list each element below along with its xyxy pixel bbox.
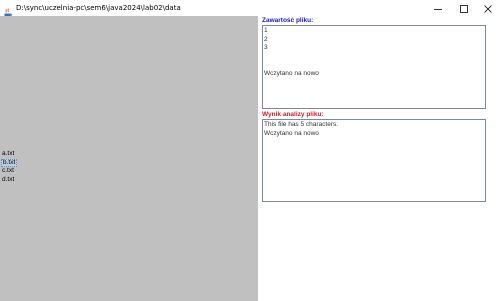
close-button[interactable] [476,0,500,16]
content-line: 2 [264,35,268,43]
content-line: 3 [264,44,268,51]
content-line: 1 [264,27,268,34]
analysis-label: Wynik analizy pliku: [262,111,324,118]
content-line: Wczytano na nowo [264,69,319,77]
window-title: D:\sync\uczelnia-pc\sem6\java2024\lab02\… [16,4,181,12]
analysis-line: This file has 5 characters. [264,121,339,128]
content-line [264,61,484,70]
content-label: Zawartość pliku: [262,17,314,24]
details-panel: Zawartość pliku: 1 2 3 Wczytano na nowo … [258,16,500,301]
maximize-button[interactable] [452,0,476,16]
analysis-line: Wczytano na nowo [264,129,319,137]
content-line [264,53,484,62]
minimize-button[interactable] [426,0,450,16]
title-bar[interactable]: D:\sync\uczelnia-pc\sem6\java2024\lab02\… [0,0,500,18]
file-list-panel: a.txt b.txt c.txt d.txt [0,16,258,301]
file-content-textarea[interactable]: 1 2 3 Wczytano na nowo [262,25,486,109]
maximize-icon [459,0,469,18]
java-app-icon [3,3,13,18]
file-list[interactable]: a.txt b.txt c.txt d.txt [1,140,61,183]
close-icon [483,0,493,18]
analysis-result-textarea[interactable]: This file has 5 characters. Wczytano na … [262,119,486,202]
file-item-d[interactable]: d.txt [1,176,15,185]
minimize-icon [433,0,443,18]
